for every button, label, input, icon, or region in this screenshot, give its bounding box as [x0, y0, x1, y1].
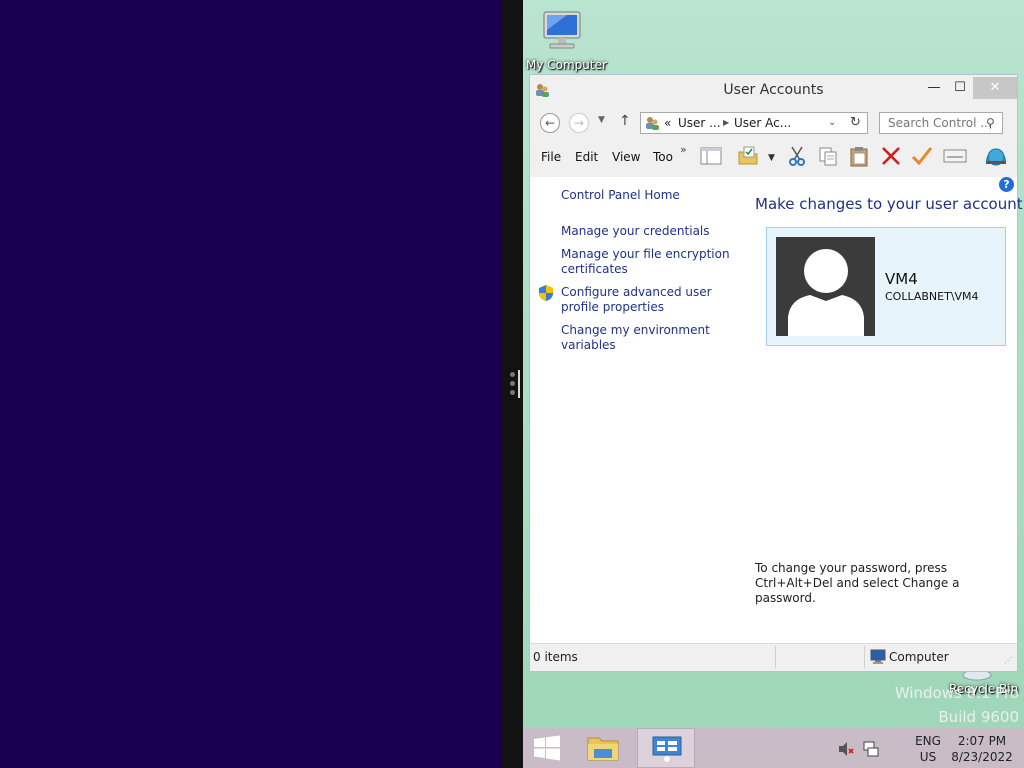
search-icon[interactable]: ⚲ [986, 113, 995, 133]
user-accounts-window: User Accounts — ☐ ✕ ← → ▼ ↑ « User ... ▶… [529, 74, 1023, 672]
item-count: 0 items [533, 650, 578, 664]
file-explorer-taskbar-icon[interactable] [585, 732, 621, 764]
menu-view[interactable]: View [612, 150, 640, 164]
delete-icon[interactable] [879, 145, 903, 169]
status-bar: 0 items Computer ⋰ [530, 643, 1017, 671]
address-dropdown-chevron-icon[interactable]: ⌄ [828, 113, 836, 133]
splitter-grip-line[interactable] [518, 370, 520, 398]
user-name: VM4 [885, 270, 918, 288]
volume-muted-icon[interactable] [837, 740, 855, 758]
address-overflow[interactable]: « [664, 113, 671, 133]
user-avatar [776, 237, 875, 336]
paste-icon[interactable] [847, 145, 871, 169]
close-button[interactable]: ✕ [973, 77, 1017, 99]
recent-locations-chevron-icon[interactable]: ▼ [598, 115, 605, 125]
clock-time: 2:07 PM [957, 734, 1007, 748]
uac-shield-icon [538, 284, 554, 302]
address-user-accounts-icon [644, 115, 660, 131]
clock-date: 8/23/2022 [951, 750, 1013, 764]
clock[interactable]: 2:07 PM 8/23/2022 [949, 733, 1015, 765]
properties-icon[interactable] [943, 145, 967, 169]
user-account-domain: COLLABNET\VM4 [885, 290, 979, 303]
back-arrow-icon[interactable]: ← [540, 113, 560, 133]
splitter-grip-dot [510, 390, 515, 395]
my-computer-icon[interactable] [537, 8, 587, 56]
watermark-edition: Windows 8.1 Pro [894, 684, 1019, 702]
status-location: Computer [889, 650, 949, 664]
region-code: US [919, 750, 937, 764]
folder-options-chevron-icon[interactable]: ▼ [768, 153, 775, 163]
taskbar: ENG US 2:07 PM 8/23/2022 [523, 728, 1024, 768]
help-icon[interactable]: ? [999, 177, 1014, 192]
advanced-profile-properties-link[interactable]: Configure advanced user profile properti… [561, 285, 721, 315]
snap-splitter[interactable] [502, 0, 523, 768]
manage-encryption-certificates-link[interactable]: Manage your file encryption certificates [561, 247, 731, 277]
menu-more-chevron-icon[interactable]: » [680, 143, 687, 156]
control-panel-icon [652, 736, 682, 762]
language-code: ENG [915, 734, 941, 748]
address-bar[interactable]: « User ... ▶ User Ac... ⌄ [640, 112, 868, 134]
page-heading: Make changes to your user account [755, 195, 1023, 213]
breadcrumb-user-accounts[interactable]: User ... [678, 113, 721, 133]
folder-check-icon[interactable] [736, 145, 760, 169]
up-arrow-icon[interactable]: ↑ [619, 113, 631, 129]
menu-tools[interactable]: Too [653, 150, 673, 164]
status-divider [864, 646, 865, 668]
cut-icon[interactable] [785, 145, 809, 169]
windows-logo-icon [534, 735, 560, 761]
menu-file[interactable]: File [541, 150, 561, 164]
user-account-tile[interactable]: VM4 COLLABNET\VM4 [766, 227, 1006, 346]
content-pane: Control Panel Home Manage your credentia… [530, 177, 1023, 643]
maximize-button[interactable]: ☐ [945, 77, 975, 99]
control-panel-home-link[interactable]: Control Panel Home [561, 188, 680, 203]
search-placeholder: Search Control ... [888, 116, 992, 130]
network-icon[interactable] [862, 740, 880, 758]
password-change-note: To change your password, press Ctrl+Alt+… [755, 561, 960, 605]
breadcrumb-user-accounts-2[interactable]: User Ac... [734, 113, 791, 133]
layout-icon[interactable] [699, 145, 723, 169]
globe-icon[interactable] [984, 145, 1008, 169]
left-app-pane [0, 0, 502, 768]
manage-credentials-link[interactable]: Manage your credentials [561, 224, 731, 239]
environment-variables-link[interactable]: Change my environment variables [561, 323, 721, 353]
status-divider [775, 646, 776, 668]
start-button[interactable] [532, 735, 562, 761]
control-panel-taskbar-button[interactable] [637, 728, 695, 768]
title-bar[interactable]: User Accounts — ☐ ✕ [530, 75, 1017, 105]
forward-arrow-icon[interactable]: → [569, 113, 589, 133]
computer-icon [870, 649, 886, 665]
menu-toolbar-row: File Edit View Too » ▼ [530, 139, 1017, 175]
copy-icon[interactable] [816, 145, 840, 169]
refresh-icon[interactable]: ↻ [844, 112, 868, 134]
breadcrumb-separator-icon[interactable]: ▶ [723, 113, 729, 133]
search-input[interactable]: Search Control ... ⚲ [879, 112, 1003, 134]
check-icon[interactable] [910, 145, 934, 169]
input-language[interactable]: ENG US [911, 733, 945, 765]
address-row: ← → ▼ ↑ « User ... ▶ User Ac... ⌄ ↻ Sear… [530, 105, 1017, 139]
resize-grip-icon[interactable]: ⋰ [1004, 656, 1012, 665]
splitter-grip-dot [510, 372, 515, 377]
my-computer-label[interactable]: My Computer [526, 58, 607, 72]
splitter-grip-dot [510, 381, 515, 386]
menu-edit[interactable]: Edit [575, 150, 598, 164]
watermark-build: Build 9600 [938, 708, 1019, 726]
